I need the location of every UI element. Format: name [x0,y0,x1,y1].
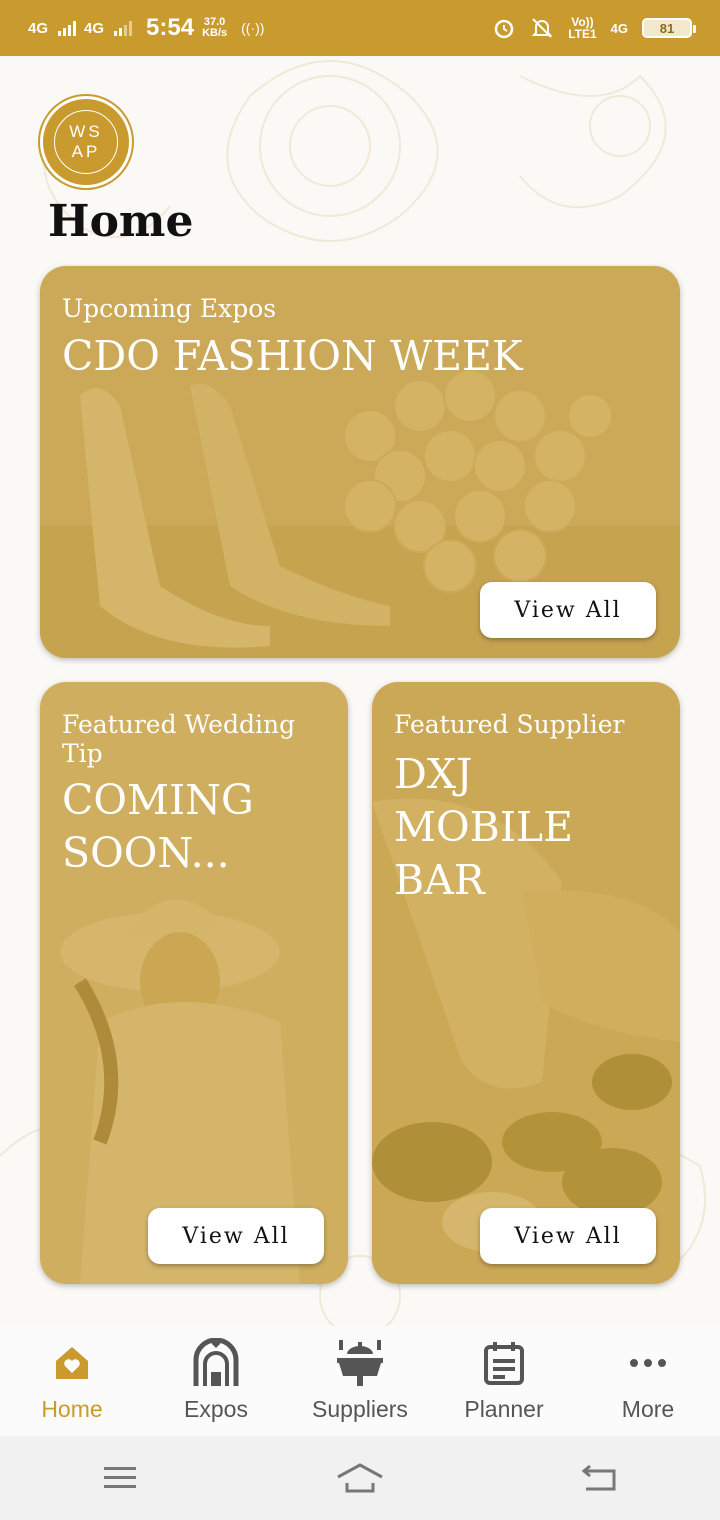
card-title: DXJ MOBILE BAR [394,750,574,904]
card-label: Upcoming Expos [62,294,277,323]
battery-level: 81 [659,20,675,36]
system-navigation-bar [0,1436,720,1520]
card-label: Featured Supplier [394,710,625,739]
volte-indicator: Vo)) LTE1 [568,16,596,40]
featured-supplier-card[interactable]: Featured Supplier DXJ MOBILE BAR View Al… [372,682,680,1284]
logo-line-1: WS [69,122,103,141]
alarm-icon [494,19,514,39]
signal-2-bars-icon [114,20,133,36]
recent-apps-button[interactable] [80,1448,160,1508]
view-all-tips-button[interactable]: View All [148,1208,324,1264]
bottom-navigation: Home Expos Suppliers Planner More [0,1326,720,1436]
nav-item-more[interactable]: More [578,1338,718,1423]
card-overlay [40,682,348,1284]
nav-item-expos[interactable]: Expos [146,1338,286,1423]
nav-item-planner[interactable]: Planner [434,1338,574,1423]
card-label: Featured Wedding Tip [62,710,296,768]
nav-label-planner: Planner [464,1396,544,1422]
wsap-logo: WS AP [40,96,132,188]
volte-bottom: LTE1 [568,27,597,41]
status-bar: 4G 4G 5:54 37.0 KB/s ((·)) Vo)) LTE1 4G … [0,0,720,56]
hotspot-icon: ((·)) [241,20,265,36]
signal-1-label: 4G [28,19,49,37]
home-system-button[interactable] [320,1448,400,1508]
signal-2-label: 4G [84,19,105,37]
home-chevron-icon [337,1463,383,1493]
nav-item-home[interactable]: Home [2,1338,142,1423]
wedding-arch-icon [191,1338,241,1388]
status-time: 5:54 [146,14,195,41]
calendar-planner-icon [479,1338,529,1388]
nav-label-more: More [621,1396,675,1422]
back-button[interactable] [560,1448,640,1508]
battery-icon: 81 [642,18,696,38]
network-speed-unit: KB/s [202,27,228,39]
page-title: Home [48,196,194,247]
nav-item-suppliers[interactable]: Suppliers [290,1338,430,1423]
catering-table-icon [335,1338,385,1388]
logo-line-2: AP [71,142,101,161]
notifications-off-icon [531,18,553,38]
menu-lines-icon [104,1467,136,1488]
nav-label-expos: Expos [184,1396,248,1422]
back-arrow-icon [581,1464,616,1491]
nav-label-home: Home [41,1396,103,1422]
network-speed: 37.0 KB/s [202,17,227,39]
signal-1-bars-icon [58,20,77,36]
featured-wedding-tip-card[interactable]: Featured Wedding Tip COMING SOON... View… [40,682,348,1284]
view-all-suppliers-button[interactable]: View All [480,1208,656,1264]
more-dots-icon [623,1338,673,1388]
network-type-label: 4G [610,20,628,36]
card-title: COMING SOON... [62,776,254,877]
home-heart-icon [47,1338,97,1388]
view-all-expos-button[interactable]: View All [480,582,656,638]
nav-label-suppliers: Suppliers [312,1396,408,1422]
upcoming-expos-card[interactable]: Upcoming Expos CDO FASHION WEEK View All [40,266,680,658]
card-title: CDO FASHION WEEK [62,332,523,380]
